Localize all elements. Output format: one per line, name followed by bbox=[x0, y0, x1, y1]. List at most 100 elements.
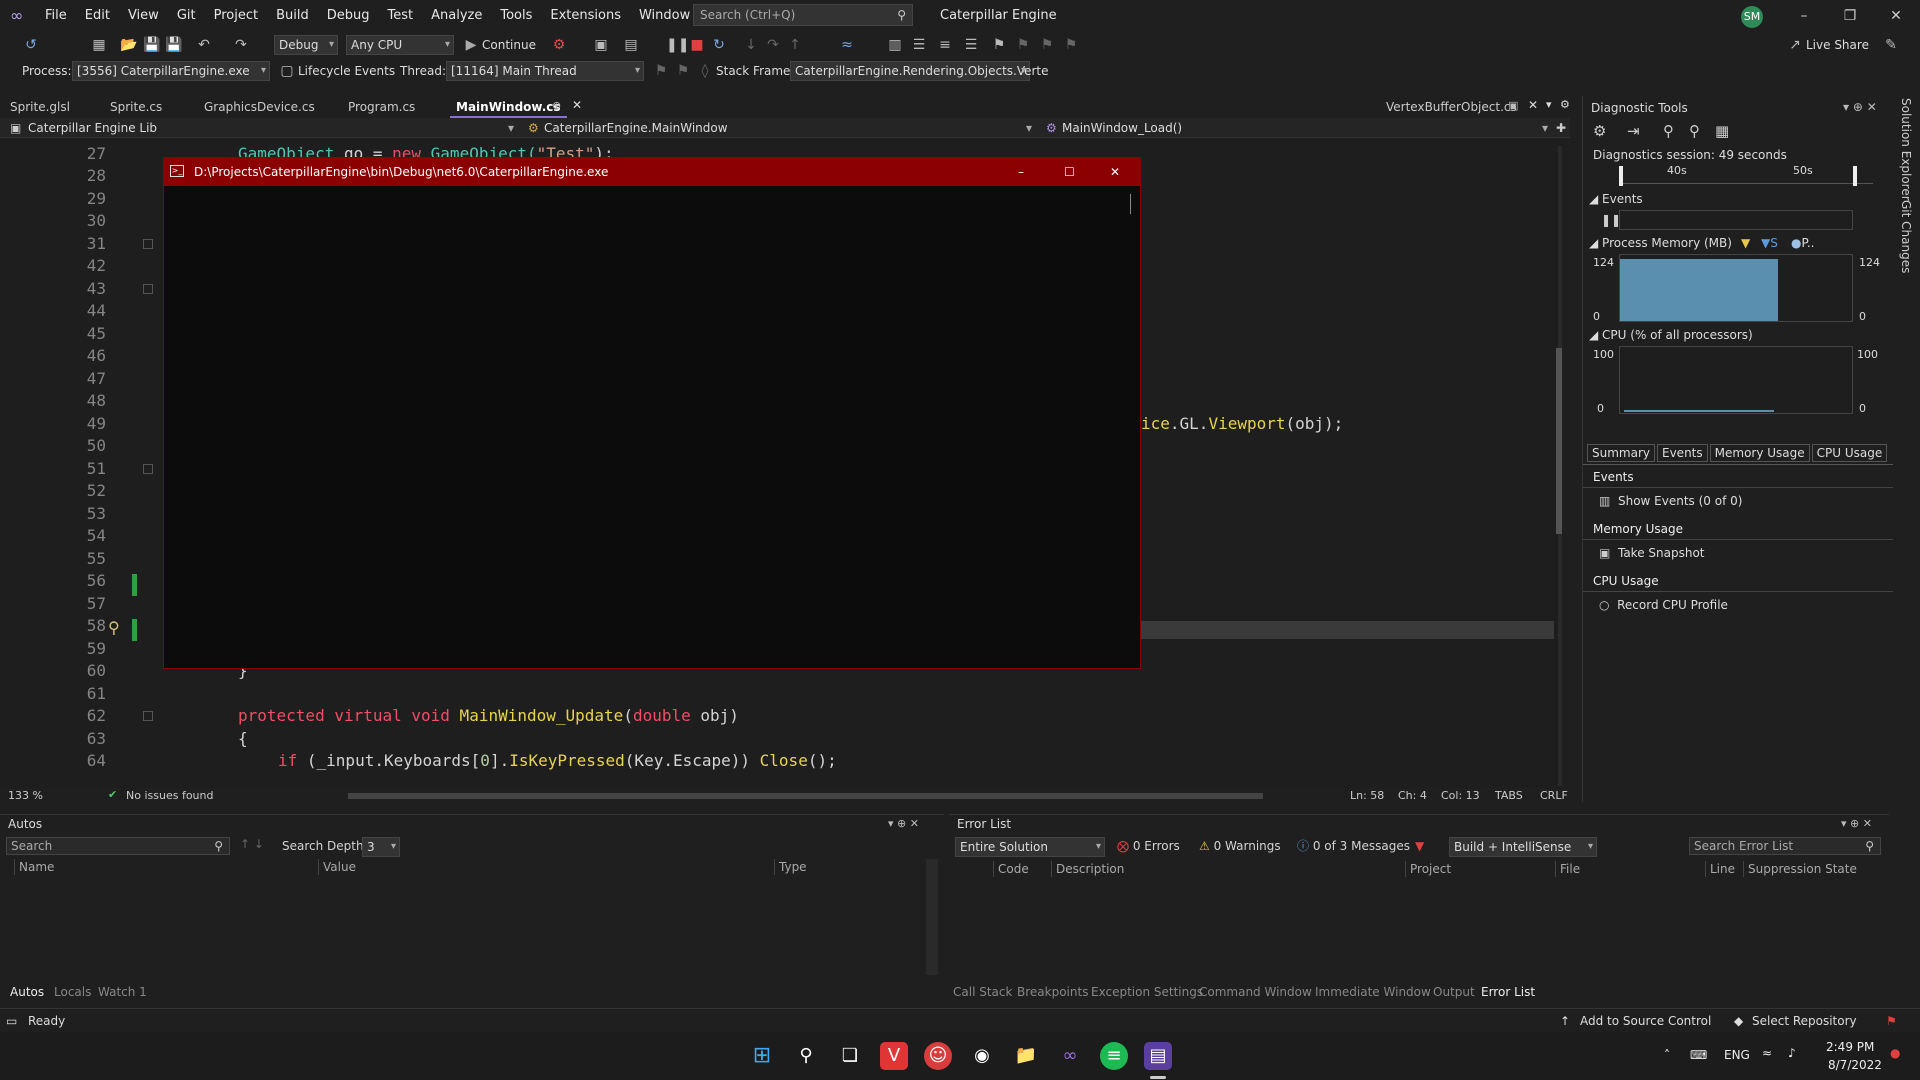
panel-menu-icon[interactable]: ▾ ⊕ ✕ bbox=[1841, 817, 1872, 830]
record-cpu-button[interactable]: ○ Record CPU Profile bbox=[1599, 598, 1728, 612]
console-window[interactable]: >_ D:\Projects\CaterpillarEngine\bin\Deb… bbox=[163, 157, 1141, 669]
collapse-icon[interactable] bbox=[143, 711, 153, 721]
autos-search-input[interactable]: Search ⚲ bbox=[6, 837, 230, 855]
notifications-icon[interactable]: ⚑ bbox=[1886, 1009, 1897, 1033]
console-output[interactable] bbox=[164, 186, 1131, 668]
continue-icon[interactable]: ▶ bbox=[462, 36, 480, 54]
console-app-icon[interactable]: ▤ bbox=[1144, 1042, 1172, 1070]
camera-icon[interactable]: ▣ bbox=[592, 36, 610, 54]
new-project-icon[interactable]: ▦ bbox=[90, 36, 108, 54]
tab-watch[interactable]: Watch 1 bbox=[98, 983, 147, 1001]
search-input[interactable]: Search (Ctrl+Q) ⚲ bbox=[693, 4, 913, 26]
settings-icon[interactable]: ⚙ bbox=[1593, 122, 1606, 140]
cpu-section[interactable]: ◢ CPU (% of all processors) bbox=[1589, 328, 1753, 342]
column-project[interactable]: Project bbox=[1405, 861, 1555, 877]
error-search-input[interactable]: Search Error List ⚲ bbox=[1689, 837, 1881, 855]
split-icon[interactable]: ✚ bbox=[1556, 118, 1566, 138]
preview-pin-icon[interactable]: ▣ bbox=[1508, 99, 1518, 112]
reset-zoom-icon[interactable]: ▦ bbox=[1715, 122, 1729, 140]
column-name[interactable]: Name bbox=[14, 859, 318, 875]
obs-icon[interactable]: ◉ bbox=[968, 1042, 996, 1070]
menu-project[interactable]: Project bbox=[205, 0, 267, 32]
console-scrollbar[interactable] bbox=[1130, 194, 1131, 214]
collapse-icon[interactable] bbox=[143, 239, 153, 249]
take-snapshot-button[interactable]: ▣ Take Snapshot bbox=[1599, 546, 1705, 560]
tab-call-stack[interactable]: Call Stack bbox=[953, 983, 1012, 1001]
tab-settings-icon[interactable]: ⚙ bbox=[1560, 98, 1570, 111]
panel-menu-icon[interactable]: ▾ ⊕ ✕ bbox=[1843, 100, 1877, 114]
events-track[interactable] bbox=[1619, 210, 1853, 230]
timeline-handle-left[interactable] bbox=[1619, 166, 1623, 186]
bookmark-prev-icon[interactable]: ⚑ bbox=[1014, 36, 1032, 54]
collapse-icon[interactable] bbox=[143, 284, 153, 294]
tab-memory-usage[interactable]: Memory Usage bbox=[1709, 444, 1810, 462]
tab-autos[interactable]: Autos bbox=[10, 983, 44, 1001]
console-maximize-button[interactable]: ☐ bbox=[1064, 158, 1075, 186]
feedback-icon[interactable]: ✎ bbox=[1882, 36, 1900, 54]
hot-reload-icon[interactable]: ⚙ bbox=[550, 36, 568, 54]
autos-scrollbar[interactable] bbox=[926, 859, 938, 975]
tab-events[interactable]: Events bbox=[1657, 444, 1708, 462]
menu-git[interactable]: Git bbox=[168, 0, 205, 32]
menu-analyze[interactable]: Analyze bbox=[422, 0, 491, 32]
column-line[interactable]: Line bbox=[1705, 861, 1743, 877]
restart-icon[interactable]: ↻ bbox=[710, 36, 728, 54]
column-suppression[interactable]: Suppression State bbox=[1743, 861, 1883, 877]
class-dropdown[interactable]: CaterpillarEngine.MainWindow ▾ bbox=[544, 118, 1036, 138]
tab-breakpoints[interactable]: Breakpoints bbox=[1017, 983, 1088, 1001]
tab-summary[interactable]: Summary bbox=[1587, 444, 1655, 462]
tab-sprite-glsl[interactable]: Sprite.glsl bbox=[4, 96, 76, 118]
task-view-icon[interactable]: ❏ bbox=[836, 1042, 864, 1070]
memory-graph[interactable] bbox=[1619, 254, 1853, 322]
notification-icon[interactable]: ● bbox=[1890, 1046, 1900, 1060]
console-close-button[interactable]: ✕ bbox=[1110, 158, 1120, 186]
indent-icon[interactable]: ≡ bbox=[936, 36, 954, 54]
menu-window[interactable]: Window bbox=[630, 0, 699, 32]
tray-chevron-icon[interactable]: ˄ bbox=[1664, 1048, 1670, 1062]
eol-indicator[interactable]: CRLF bbox=[1540, 789, 1568, 802]
messages-filter[interactable]: ⓘ 0 of 3 Messages bbox=[1297, 837, 1410, 855]
cpu-graph[interactable] bbox=[1619, 346, 1853, 414]
search-up-icon[interactable]: ↑ ↓ bbox=[240, 837, 264, 851]
export-icon[interactable]: ⇥ bbox=[1627, 122, 1640, 140]
avatar[interactable]: SM bbox=[1741, 6, 1763, 28]
tab-exception-settings[interactable]: Exception Settings bbox=[1091, 983, 1203, 1001]
column-description[interactable]: Description bbox=[1051, 861, 1405, 877]
tab-list-icon[interactable]: ▾ bbox=[1546, 98, 1552, 111]
menu-build[interactable]: Build bbox=[267, 0, 318, 32]
warnings-filter[interactable]: ⚠ 0 Warnings bbox=[1199, 837, 1281, 855]
tab-command-window[interactable]: Command Window bbox=[1199, 983, 1312, 1001]
tab-graphics-device[interactable]: GraphicsDevice.cs bbox=[198, 96, 321, 118]
spotify-icon[interactable]: ≡ bbox=[1100, 1042, 1128, 1070]
clock-time[interactable]: 2:49 PM bbox=[1826, 1040, 1874, 1054]
build-filter-select[interactable]: Build + IntelliSense bbox=[1449, 837, 1597, 857]
vivaldi-icon[interactable]: V bbox=[880, 1042, 908, 1070]
file-explorer-icon[interactable]: 📁 bbox=[1012, 1042, 1040, 1070]
comment-icon[interactable]: ☰ bbox=[910, 36, 928, 54]
errors-filter[interactable]: ⨂ 0 Errors bbox=[1117, 837, 1180, 855]
thread-select[interactable]: [11164] Main Thread bbox=[446, 61, 644, 81]
save-all-icon[interactable]: 💾 bbox=[165, 36, 183, 54]
tabs-indicator[interactable]: TABS bbox=[1495, 789, 1523, 802]
tab-error-list[interactable]: Error List bbox=[1481, 983, 1535, 1001]
windows-start-icon[interactable]: ⊞ bbox=[748, 1042, 776, 1070]
stack-frame-select[interactable]: CaterpillarEngine.Rendering.Objects.Vert… bbox=[790, 61, 1049, 81]
open-icon[interactable]: 📂 bbox=[120, 36, 138, 54]
live-share-button[interactable]: Live Share bbox=[1806, 32, 1869, 58]
redo-icon[interactable]: ↷ bbox=[232, 36, 250, 54]
horizontal-scrollbar[interactable] bbox=[348, 793, 1263, 799]
tab-vertex-buffer[interactable]: VertexBufferObject.cs bbox=[1380, 96, 1523, 118]
collapse-icon[interactable] bbox=[143, 464, 153, 474]
scope-select[interactable]: Entire Solution bbox=[955, 837, 1105, 857]
bookmark-clear-icon[interactable]: ⚑ bbox=[1062, 36, 1080, 54]
config-select[interactable]: Debug bbox=[274, 35, 338, 55]
minimize-button[interactable]: – bbox=[1781, 0, 1827, 32]
bookmark-icon[interactable]: ⚑ bbox=[990, 36, 1008, 54]
menu-view[interactable]: View bbox=[119, 0, 168, 32]
menu-test[interactable]: Test bbox=[379, 0, 423, 32]
threads-icon[interactable]: ≈ bbox=[838, 36, 856, 54]
clock-date[interactable]: 8/7/2022 bbox=[1828, 1058, 1882, 1072]
project-dropdown[interactable]: Caterpillar Engine Lib ▾ bbox=[28, 118, 518, 138]
breakpoint-icon[interactable]: ▥ bbox=[886, 36, 904, 54]
restore-button[interactable]: ❐ bbox=[1827, 0, 1873, 32]
